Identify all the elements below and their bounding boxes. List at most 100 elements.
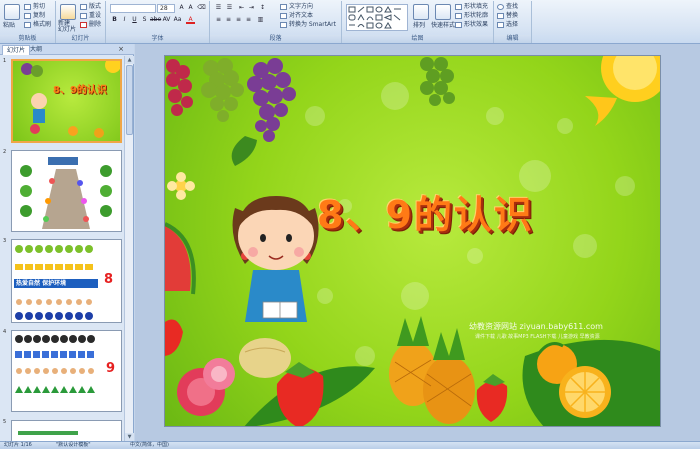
slide4-thumbnail-number: 9 bbox=[106, 361, 116, 376]
bold-button[interactable]: B bbox=[110, 16, 119, 24]
slide-thumbnail-1[interactable]: 8、9的认识 bbox=[11, 59, 122, 143]
spacing-button[interactable]: AV bbox=[162, 16, 171, 24]
thumbnails-scrollbar[interactable]: ▲ ▼ bbox=[124, 56, 134, 441]
increase-indent-button[interactable]: ⇥ bbox=[247, 4, 256, 12]
reset-button[interactable]: 重设 bbox=[80, 12, 101, 20]
underline-button[interactable]: U bbox=[130, 16, 139, 24]
grow-font-button[interactable]: A bbox=[177, 4, 186, 12]
line-spacing-button[interactable]: ↕ bbox=[258, 4, 267, 12]
shape-fill-button[interactable]: 形状填充 bbox=[455, 3, 488, 11]
delete-icon bbox=[80, 21, 87, 28]
shape-effects-button[interactable]: 形状效果 bbox=[455, 21, 488, 29]
reset-label: 重设 bbox=[89, 12, 102, 19]
delete-button[interactable]: 删除 bbox=[80, 21, 101, 29]
text-direction-label: 文字方向 bbox=[289, 3, 314, 10]
new-slide-icon[interactable] bbox=[60, 4, 76, 20]
quick-styles-button[interactable]: 快速样式 bbox=[431, 22, 455, 30]
tab-outline[interactable]: 大纲 bbox=[26, 45, 46, 55]
slide1-thumbnail-art bbox=[21, 61, 120, 138]
font-size-combo[interactable]: 28 bbox=[157, 4, 175, 13]
copy-label: 复制 bbox=[33, 12, 46, 19]
bullets-button[interactable]: ☰ bbox=[214, 4, 223, 12]
delete-label: 删除 bbox=[89, 21, 102, 28]
smartart-button[interactable]: 转换为 SmartArt bbox=[280, 21, 336, 29]
watermark-text: 幼教资源网站 ziyuan.baby611.com bbox=[469, 322, 603, 331]
copy-button[interactable]: 复制 bbox=[24, 12, 45, 20]
font-name-combo[interactable] bbox=[110, 4, 156, 13]
shapes-gallery-icon bbox=[348, 6, 401, 29]
main-slide[interactable]: 8、9的认识 幼教资源网站 ziyuan.baby611.com 课件下载 儿歌… bbox=[164, 55, 661, 427]
find-label: 查找 bbox=[506, 3, 519, 10]
align-left-button[interactable]: ≡ bbox=[214, 16, 223, 24]
language-text[interactable]: 中文(简体，中国) bbox=[130, 442, 169, 449]
case-button[interactable]: Aa bbox=[173, 16, 182, 24]
slide3-thumbnail-number: 8 bbox=[104, 272, 114, 287]
replace-button[interactable]: 替换 bbox=[497, 12, 518, 20]
select-button[interactable]: 选择 bbox=[497, 21, 518, 29]
slides-panel: 幻灯片 大纲 × 1 8、9的认识 2 3 热爱自然 保护环境 8 4 9 5 … bbox=[0, 44, 134, 441]
slide-thumbnails: 1 8、9的认识 2 3 热爱自然 保护环境 8 4 9 5 bbox=[0, 56, 124, 441]
cursor-icon bbox=[497, 21, 504, 28]
layout-label: 版式 bbox=[89, 3, 102, 10]
quick-styles-icon[interactable] bbox=[435, 4, 451, 20]
arrange-button[interactable]: 排列 bbox=[413, 22, 425, 30]
numbering-button[interactable]: ☰ bbox=[225, 4, 234, 12]
align-text-button[interactable]: 对齐文本 bbox=[280, 12, 313, 20]
drawing-group-label: 绘图 bbox=[342, 35, 493, 43]
slide3-thumbnail-text: 热爱自然 保护环境 bbox=[16, 280, 67, 287]
slide-number-3: 3 bbox=[3, 238, 7, 244]
shapes-gallery[interactable] bbox=[346, 4, 408, 31]
find-button[interactable]: 查找 bbox=[497, 3, 518, 11]
paste-button[interactable]: 粘贴 bbox=[3, 22, 15, 30]
decrease-indent-button[interactable]: ⇤ bbox=[237, 4, 246, 12]
scroll-down-icon[interactable]: ▼ bbox=[125, 433, 134, 441]
columns-button[interactable]: ▥ bbox=[256, 16, 265, 24]
scroll-up-icon[interactable]: ▲ bbox=[125, 56, 134, 64]
strike-button[interactable]: abe bbox=[150, 16, 161, 24]
align-right-button[interactable]: ≡ bbox=[234, 16, 243, 24]
align-center-button[interactable]: ≡ bbox=[224, 16, 233, 24]
text-direction-button[interactable]: 文字方向 bbox=[280, 3, 313, 11]
reset-icon bbox=[80, 12, 87, 19]
shape-fill-label: 形状填充 bbox=[464, 3, 489, 10]
slide-title[interactable]: 8、9的认识 bbox=[317, 184, 534, 239]
layout-icon bbox=[80, 3, 87, 10]
effects-icon bbox=[455, 21, 462, 28]
align-text-label: 对齐文本 bbox=[289, 12, 314, 19]
slide-thumbnail-2[interactable] bbox=[11, 150, 122, 232]
fill-bucket-icon bbox=[455, 3, 462, 10]
shrink-font-button[interactable]: A bbox=[186, 4, 195, 12]
paragraph-group-label: 段落 bbox=[210, 35, 341, 43]
slide-thumbnail-3[interactable]: 热爱自然 保护环境 8 bbox=[11, 239, 122, 323]
font-color-button[interactable]: A bbox=[186, 16, 195, 24]
cut-button[interactable]: 剪切 bbox=[24, 3, 45, 11]
paste-icon[interactable] bbox=[4, 4, 20, 20]
shadow-button[interactable]: S bbox=[140, 16, 149, 24]
select-label: 选择 bbox=[506, 21, 519, 28]
slide-thumbnail-5[interactable] bbox=[11, 420, 122, 441]
slide-editing-area: 8、9的认识 幼教资源网站 ziyuan.baby611.com 课件下载 儿歌… bbox=[135, 44, 700, 441]
ribbon: 粘贴 剪切 复制 格式刷 剪贴板 新建 幻灯片 版式 重设 删除 幻灯片 28 … bbox=[0, 0, 700, 44]
slide-position-text: 幻灯片 1/16 bbox=[4, 442, 32, 448]
pen-icon bbox=[455, 12, 462, 19]
panel-tabs: 幻灯片 大纲 × bbox=[0, 44, 134, 55]
arrange-icon[interactable] bbox=[413, 4, 429, 20]
shape-outline-label: 形状轮廓 bbox=[464, 12, 489, 19]
justify-button[interactable]: ≡ bbox=[244, 16, 253, 24]
slide-number-2: 2 bbox=[3, 149, 7, 155]
slide-thumbnail-4[interactable]: 9 bbox=[11, 330, 122, 412]
format-painter-button[interactable]: 格式刷 bbox=[24, 21, 51, 29]
new-slide-button[interactable]: 新建 幻灯片 bbox=[58, 21, 76, 33]
shape-outline-button[interactable]: 形状轮廓 bbox=[455, 12, 488, 20]
slide-number-4: 4 bbox=[3, 329, 7, 335]
layout-button[interactable]: 版式 bbox=[80, 3, 101, 11]
font-group: 28 A A ⌫ B I U S abe AV Aa A 字体 bbox=[106, 1, 210, 43]
theme-name-text[interactable]: "默认设计模板" bbox=[56, 442, 91, 449]
align-text-icon bbox=[280, 12, 287, 19]
slides-group: 新建 幻灯片 版式 重设 删除 幻灯片 bbox=[56, 1, 106, 43]
italic-button[interactable]: I bbox=[120, 16, 129, 24]
brush-icon bbox=[24, 21, 31, 28]
clear-format-button[interactable]: ⌫ bbox=[197, 4, 206, 12]
scrollbar-thumb[interactable] bbox=[126, 65, 133, 135]
close-icon[interactable]: × bbox=[118, 45, 124, 54]
